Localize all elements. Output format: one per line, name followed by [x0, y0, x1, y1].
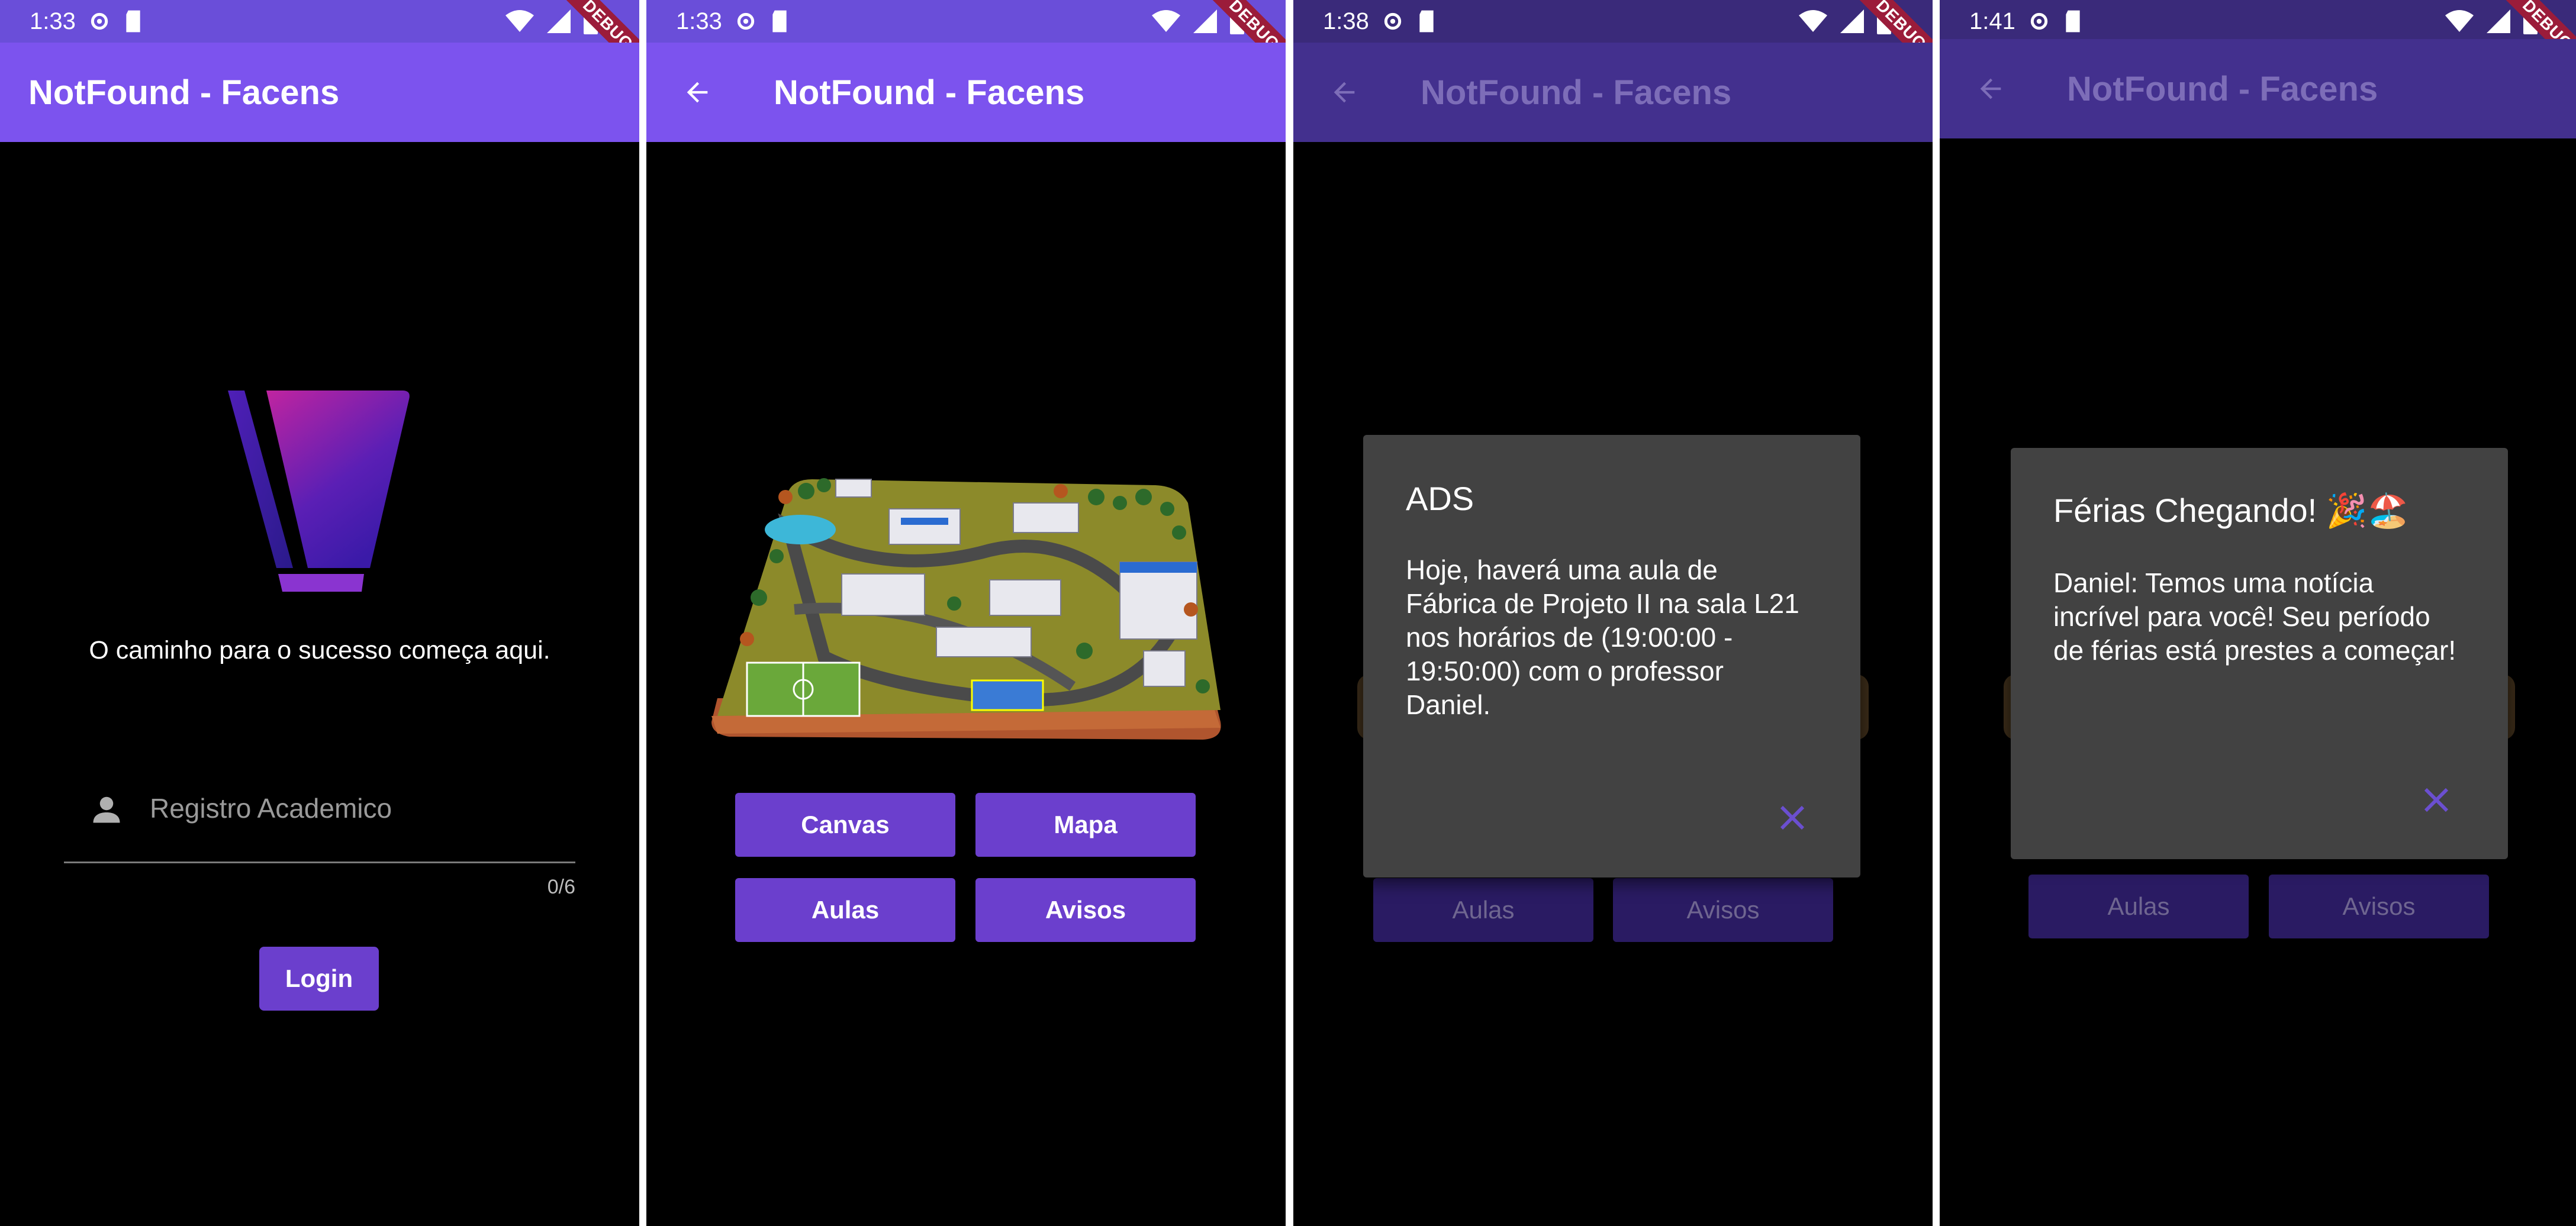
back-arrow-icon[interactable] [682, 75, 717, 110]
dialog-title: ADS [1406, 480, 1474, 517]
app-title: NotFound - Facens [774, 73, 1085, 112]
status-time: 1:33 [30, 8, 76, 34]
aulas-dialog-screen: 1:38 DEBUG NotFound - Facens Aulas Aviso… [1293, 0, 1933, 1226]
login-screen: 1:33 DEBUG NotFound - Facens O caminho p… [0, 0, 639, 1226]
status-bar: 1:33 [0, 0, 639, 43]
canvas-button[interactable]: Canvas [735, 793, 955, 857]
avisos-dialog-screen: 1:41 DEBUG NotFound - Facens Aulas Aviso… [1940, 0, 2576, 1226]
close-icon[interactable] [1776, 802, 1808, 834]
close-icon[interactable] [2420, 784, 2452, 816]
settings-icon [2030, 12, 2048, 30]
signal-icon [547, 9, 571, 33]
avisos-button-dimmed: Avisos [1613, 878, 1833, 942]
wifi-icon [2445, 10, 2474, 32]
app-bar: NotFound - Facens [646, 43, 1286, 142]
dialog-body: Daniel: Temos uma notícia incrível para … [2053, 567, 2456, 666]
app-logo [228, 391, 410, 592]
settings-icon [1384, 12, 1402, 30]
dialog-body: Hoje, haverá uma aula de Fábrica de Proj… [1406, 554, 1799, 720]
app-title: NotFound - Facens [1421, 73, 1732, 112]
ra-input-field[interactable] [64, 781, 575, 863]
app-title: NotFound - Facens [28, 73, 340, 112]
aulas-button-dimmed: Aulas [1373, 878, 1593, 942]
campus-map-image [711, 478, 1221, 740]
back-arrow-icon [1329, 75, 1364, 110]
app-bar: NotFound - Facens [1940, 39, 2576, 138]
signal-icon [1840, 9, 1864, 33]
avisos-button-dimmed: Avisos [2269, 875, 2489, 938]
avisos-button[interactable]: Avisos [975, 878, 1196, 942]
app-title: NotFound - Facens [2067, 69, 2378, 108]
char-counter: 0/6 [547, 876, 575, 898]
status-bar: 1:41 [1940, 0, 2576, 43]
app-bar: NotFound - Facens [1293, 43, 1933, 142]
ra-input[interactable] [149, 784, 553, 833]
sd-card-icon [2066, 10, 2080, 33]
status-time: 1:38 [1323, 8, 1369, 34]
settings-icon [91, 12, 108, 30]
back-arrow-icon [1975, 71, 2011, 107]
wifi-icon [1799, 10, 1827, 32]
sd-card-icon [772, 10, 787, 33]
notice-dialog: Férias Chegando! 🎉🏖️ Daniel: Temos uma n… [2011, 448, 2508, 859]
wifi-icon [1152, 10, 1180, 32]
login-button[interactable]: Login [259, 947, 379, 1011]
wifi-icon [505, 10, 534, 32]
person-icon [93, 796, 120, 823]
status-bar: 1:38 [1293, 0, 1933, 43]
tagline: O caminho para o sucesso começa aqui. [89, 636, 550, 664]
status-time: 1:41 [1969, 8, 2015, 34]
sd-card-icon [126, 10, 140, 33]
aulas-button[interactable]: Aulas [735, 878, 955, 942]
mapa-button[interactable]: Mapa [975, 793, 1196, 857]
status-bar: 1:33 [646, 0, 1286, 43]
settings-icon [737, 12, 755, 30]
signal-icon [2487, 9, 2510, 33]
home-screen: 1:33 DEBUG NotFound - Facens Canvas Mapa… [646, 0, 1286, 1226]
sd-card-icon [1419, 10, 1434, 33]
aulas-button-dimmed: Aulas [2028, 875, 2249, 938]
status-time: 1:33 [676, 8, 722, 34]
signal-icon [1193, 9, 1217, 33]
dialog-title: Férias Chegando! 🎉🏖️ [2053, 492, 2409, 529]
class-dialog: ADS Hoje, haverá uma aula de Fábrica de … [1363, 435, 1860, 877]
app-bar: NotFound - Facens [0, 43, 639, 142]
